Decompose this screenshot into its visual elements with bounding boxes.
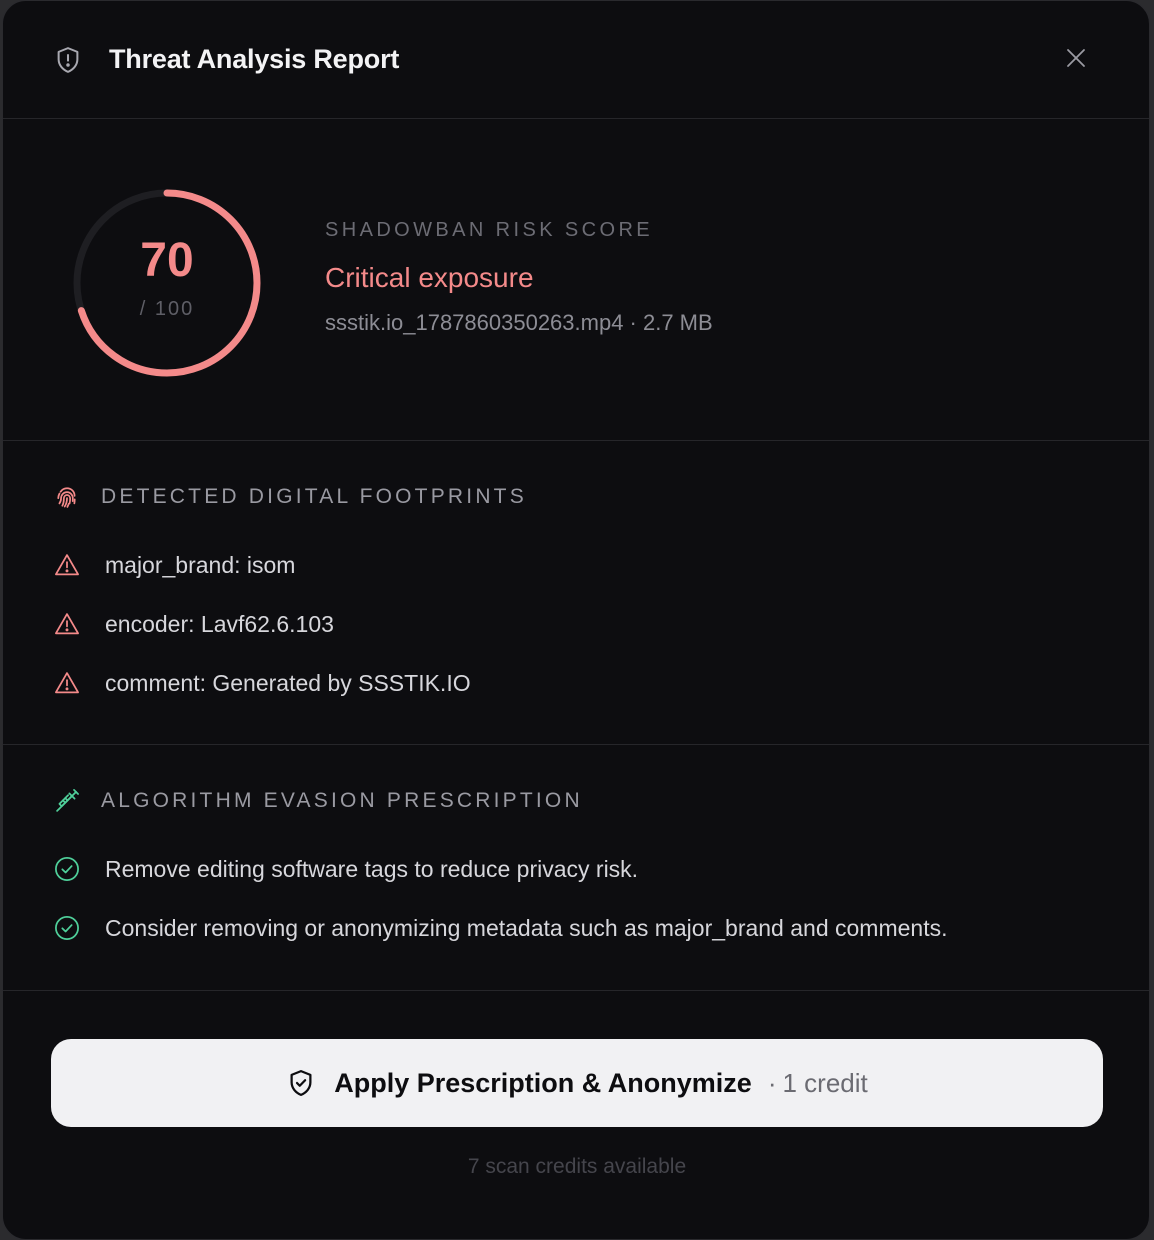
file-info: ssstik.io_1787860350263.mp4 · 2.7 MB — [325, 310, 713, 335]
check-circle-icon — [53, 855, 81, 883]
footprint-text: major_brand: isom — [105, 551, 296, 578]
warning-icon — [53, 610, 81, 638]
modal-header: Threat Analysis Report — [3, 1, 1149, 119]
prescription-item: Consider removing or anonymizing metadat… — [53, 914, 947, 942]
warning-icon — [53, 669, 81, 697]
footprint-item: encoder: Lavf62.6.103 — [53, 610, 334, 638]
apply-button-label: Apply Prescription & Anonymize — [334, 1067, 752, 1098]
footprint-text: comment: Generated by SSSTIK.IO — [105, 669, 471, 696]
prescription-title: ALGORITHM EVASION PRESCRIPTION — [101, 789, 583, 812]
risk-score-section: 70 / 100 SHADOWBAN RISK SCORE Critical e… — [3, 119, 1149, 441]
prescription-header: ALGORITHM EVASION PRESCRIPTION — [53, 787, 583, 815]
check-circle-icon — [53, 914, 81, 942]
footprint-item: major_brand: isom — [53, 551, 295, 579]
prescription-section: ALGORITHM EVASION PRESCRIPTION Remove ed… — [3, 745, 1149, 991]
fingerprint-icon — [53, 483, 81, 511]
apply-prescription-button[interactable]: Apply Prescription & Anonymize · 1 credi… — [51, 1039, 1103, 1127]
apply-button-separator: · — [767, 1067, 777, 1098]
prescription-text: Consider removing or anonymizing metadat… — [105, 914, 948, 941]
action-section: Apply Prescription & Anonymize · 1 credi… — [3, 991, 1149, 1239]
modal-title: Threat Analysis Report — [109, 44, 400, 74]
risk-score-label: SHADOWBAN RISK SCORE — [325, 219, 654, 241]
footprints-section: DETECTED DIGITAL FOOTPRINTS major_brand:… — [3, 441, 1149, 745]
shield-alert-icon — [53, 45, 83, 75]
syringe-icon — [53, 787, 81, 815]
shield-check-icon — [286, 1068, 316, 1098]
footprint-item: comment: Generated by SSSTIK.IO — [53, 669, 471, 697]
prescription-text: Remove editing software tags to reduce p… — [105, 855, 639, 882]
apply-button-cost: 1 credit — [782, 1067, 868, 1098]
warning-icon — [53, 551, 81, 579]
close-icon[interactable] — [1061, 43, 1091, 73]
footprints-header: DETECTED DIGITAL FOOTPRINTS — [53, 483, 527, 511]
risk-status: Critical exposure — [325, 262, 534, 293]
risk-score-gauge: 70 / 100 — [67, 183, 267, 383]
risk-score-max: / 100 — [139, 298, 195, 320]
risk-score-value: 70 — [140, 234, 194, 287]
risk-score-info: SHADOWBAN RISK SCORE Critical exposure s… — [325, 219, 713, 336]
footprints-title: DETECTED DIGITAL FOOTPRINTS — [101, 485, 527, 508]
scan-credits-note: 7 scan credits available — [467, 1155, 687, 1178]
prescription-item: Remove editing software tags to reduce p… — [53, 855, 638, 883]
threat-report-modal: Threat Analysis Report 70 / 100 SHADOWBA… — [2, 0, 1150, 1240]
footprint-text: encoder: Lavf62.6.103 — [105, 610, 334, 637]
